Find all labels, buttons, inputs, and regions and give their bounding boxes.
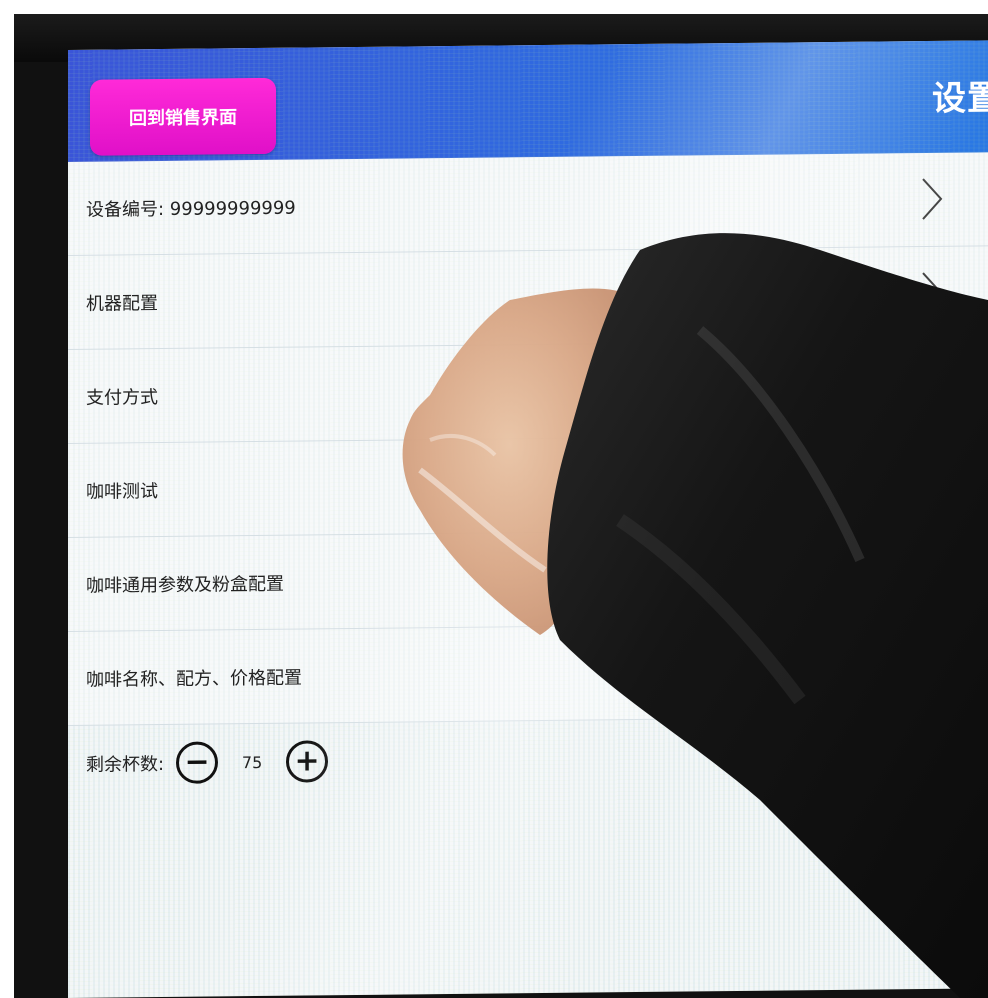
menu-item-label: 支付方式 bbox=[86, 386, 158, 409]
settings-menu: 设备编号: 99999999999 机器配置 支付方式 咖啡测试 咖啡通用参数及… bbox=[68, 152, 988, 802]
menu-item-coffee-general-params[interactable]: 咖啡通用参数及粉盒配置 bbox=[68, 528, 988, 632]
back-to-sales-button[interactable]: 回到销售界面 bbox=[90, 77, 276, 156]
menu-item-label: 咖啡通用参数及粉盒配置 bbox=[86, 573, 284, 597]
chevron-right-icon bbox=[920, 271, 944, 315]
menu-item-payment-method[interactable]: 支付方式 bbox=[68, 340, 988, 444]
page-title: 设置 bbox=[932, 78, 988, 119]
chevron-right-icon bbox=[920, 177, 944, 221]
menu-item-device-id[interactable]: 设备编号: 99999999999 bbox=[68, 152, 988, 256]
menu-item-coffee-test[interactable]: 咖啡测试 bbox=[68, 434, 988, 538]
remaining-cups-label: 剩余杯数: bbox=[86, 753, 165, 776]
remaining-cups-row: 剩余杯数: − 75 + bbox=[68, 716, 988, 802]
plus-circle-icon[interactable]: + bbox=[286, 740, 329, 783]
menu-item-label: 咖啡名称、配方、价格配置 bbox=[86, 667, 302, 691]
menu-item-coffee-name-recipe-price[interactable]: 咖啡名称、配方、价格配置 bbox=[68, 622, 988, 726]
settings-screen: 回到销售界面 设置 设备编号: 99999999999 机器配置 支付方式 咖啡… bbox=[68, 40, 988, 998]
minus-circle-icon[interactable]: − bbox=[176, 741, 219, 784]
menu-item-machine-config[interactable]: 机器配置 bbox=[68, 246, 988, 350]
menu-item-label: 设备编号: 99999999999 bbox=[86, 197, 296, 221]
header-bar: 回到销售界面 设置 bbox=[68, 40, 988, 162]
menu-item-label: 咖啡测试 bbox=[86, 480, 158, 503]
menu-item-label: 机器配置 bbox=[86, 292, 158, 315]
photo-frame: 回到销售界面 设置 设备编号: 99999999999 机器配置 支付方式 咖啡… bbox=[14, 14, 988, 998]
remaining-cups-value: 75 bbox=[241, 752, 263, 772]
